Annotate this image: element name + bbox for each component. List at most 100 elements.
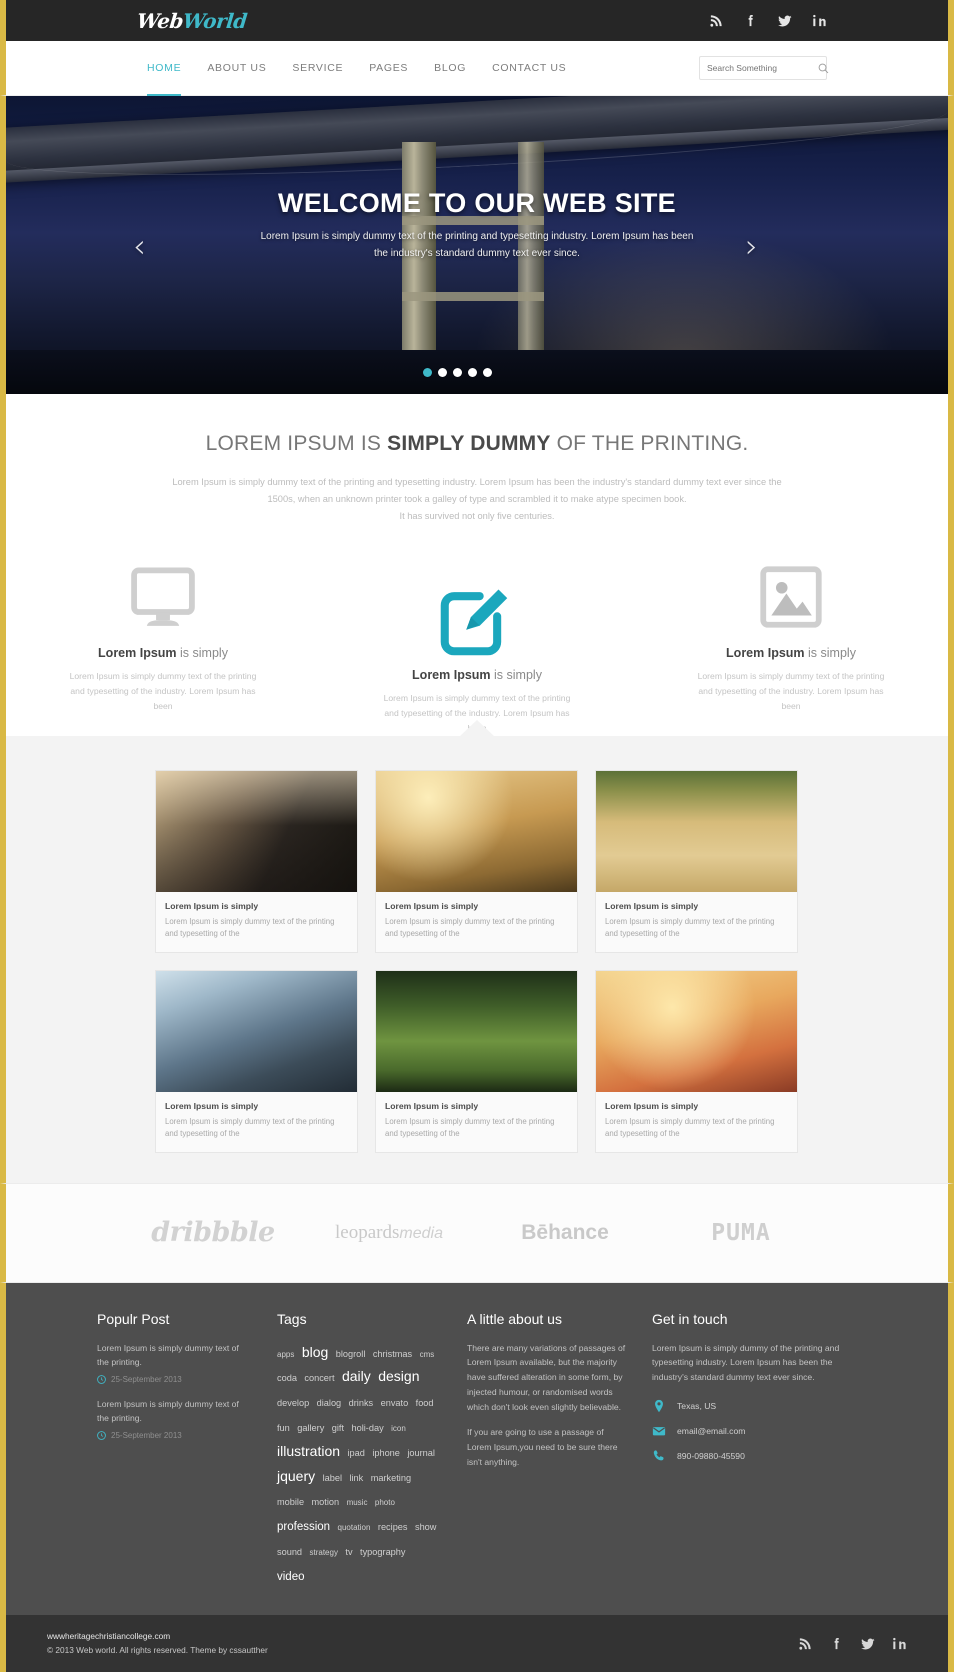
- tag-link[interactable]: typography: [360, 1547, 405, 1557]
- tag-link[interactable]: develop: [277, 1398, 309, 1408]
- tag-link[interactable]: cms: [420, 1350, 435, 1359]
- tag-link[interactable]: fun: [277, 1423, 290, 1433]
- tag-link[interactable]: recipes: [378, 1522, 408, 1532]
- tag-link[interactable]: marketing: [371, 1473, 411, 1483]
- hero-slider: ‹ › WELCOME TO OUR WEB SITE Lorem Ipsum …: [0, 96, 954, 394]
- portfolio-card-title: Lorem Ipsum is simply: [385, 1100, 479, 1111]
- tag-link[interactable]: strategy: [310, 1548, 338, 1557]
- linkedin-icon[interactable]: [812, 13, 827, 28]
- tag-link[interactable]: holi-day: [351, 1423, 383, 1433]
- tag-link[interactable]: ipad: [347, 1448, 364, 1458]
- portfolio-thumbnail-wheat-grass[interactable]: [596, 770, 797, 892]
- portfolio-thumbnail-green-wheat[interactable]: [376, 970, 577, 1092]
- site-logo[interactable]: WebWorld: [136, 9, 248, 33]
- tag-link[interactable]: concert: [304, 1373, 334, 1383]
- footer-heading-about: A little about us: [467, 1310, 562, 1327]
- search-box[interactable]: [699, 56, 829, 80]
- search-input[interactable]: [707, 63, 818, 73]
- tag-link[interactable]: show: [415, 1522, 436, 1532]
- tag-link[interactable]: video: [277, 1571, 305, 1583]
- tag-link[interactable]: mobile: [277, 1497, 304, 1507]
- facebook-icon[interactable]: [743, 13, 758, 28]
- tag-link[interactable]: envato: [381, 1398, 409, 1408]
- portfolio-thumbnail-vintage-car[interactable]: [156, 770, 357, 892]
- slider-prev-arrow[interactable]: ‹: [133, 227, 146, 265]
- rss-icon[interactable]: [798, 1636, 813, 1651]
- portfolio-thumbnail-sunset-field[interactable]: [376, 770, 577, 892]
- search-icon[interactable]: [818, 63, 829, 74]
- tag-link[interactable]: journal: [407, 1448, 435, 1458]
- tag-link[interactable]: food: [416, 1398, 434, 1408]
- tag-link[interactable]: design: [378, 1368, 419, 1384]
- portfolio-thumbnail-glasses-blur[interactable]: [156, 970, 357, 1092]
- tag-link[interactable]: drinks: [349, 1398, 374, 1408]
- tag-link[interactable]: music: [347, 1498, 368, 1507]
- tag-link[interactable]: blogroll: [336, 1349, 366, 1359]
- tag-link[interactable]: label: [323, 1473, 342, 1483]
- nav-item-home[interactable]: HOME: [134, 41, 194, 96]
- portfolio-card[interactable]: Lorem Ipsum is simply Lorem Ipsum is sim…: [155, 769, 358, 953]
- location-pin-icon: [652, 1399, 666, 1413]
- portfolio-card[interactable]: Lorem Ipsum is simply Lorem Ipsum is sim…: [375, 769, 578, 953]
- portfolio-card-title: Lorem Ipsum is simply: [385, 900, 479, 911]
- portfolio-card-text: Lorem Ipsum is simply dummy text of the …: [385, 1116, 555, 1139]
- nav-item-pages[interactable]: PAGES: [356, 41, 421, 96]
- nav-item-about-us[interactable]: ABOUT US: [194, 41, 279, 96]
- nav-item-blog[interactable]: BLOG: [421, 41, 479, 96]
- slider-dot-3[interactable]: [452, 368, 462, 377]
- behance-logo[interactable]: Bēhance: [477, 1221, 653, 1245]
- portfolio-card-body: Lorem Ipsum is simply Lorem Ipsum is sim…: [596, 1092, 797, 1152]
- tag-link[interactable]: daily: [342, 1368, 371, 1384]
- portfolio-thumbnail-raspberries[interactable]: [596, 970, 797, 1092]
- tag-link[interactable]: gallery: [297, 1423, 324, 1433]
- puma-logo[interactable]: PUMA: [653, 1220, 829, 1246]
- tag-link[interactable]: link: [349, 1473, 363, 1483]
- twitter-icon[interactable]: [777, 13, 793, 28]
- nav-item-contact-us[interactable]: CONTACT US: [479, 41, 579, 96]
- tag-link[interactable]: icon: [391, 1424, 406, 1433]
- slider-dot-4[interactable]: [467, 368, 477, 377]
- tag-link[interactable]: jquery: [277, 1468, 315, 1484]
- tag-link[interactable]: illustration: [277, 1443, 340, 1459]
- tag-link[interactable]: coda: [277, 1373, 297, 1383]
- about-paragraph-1: There are many variations of passages of…: [467, 1342, 626, 1412]
- tag-link[interactable]: dialog: [317, 1398, 342, 1408]
- portfolio-card[interactable]: Lorem Ipsum is simply Lorem Ipsum is sim…: [375, 969, 578, 1153]
- slider-dot-1[interactable]: [422, 368, 432, 377]
- feature-title-rest: is simply: [176, 645, 228, 660]
- popular-post-item[interactable]: Lorem Ipsum is simply dummy text of the …: [97, 1341, 251, 1384]
- portfolio-card-text: Lorem Ipsum is simply dummy text of the …: [605, 916, 775, 939]
- nav-item-service[interactable]: SERVICE: [279, 41, 356, 96]
- tag-link[interactable]: motion: [312, 1497, 340, 1507]
- rss-icon[interactable]: [709, 13, 724, 28]
- facebook-icon[interactable]: [829, 1636, 844, 1651]
- tag-link[interactable]: iphone: [372, 1448, 400, 1458]
- portfolio-card[interactable]: Lorem Ipsum is simply Lorem Ipsum is sim…: [595, 769, 798, 953]
- tag-link[interactable]: tv: [345, 1547, 352, 1557]
- twitter-icon[interactable]: [860, 1636, 876, 1651]
- tag-link[interactable]: quotation: [338, 1523, 371, 1532]
- slider-dot-5[interactable]: [482, 368, 492, 377]
- tag-link[interactable]: profession: [277, 1521, 330, 1533]
- dribbble-logo[interactable]: dribbble: [125, 1217, 301, 1248]
- footer-column-tags: Tags apps blog blogroll christmas cms co…: [277, 1311, 467, 1589]
- portfolio-card[interactable]: Lorem Ipsum is simply Lorem Ipsum is sim…: [155, 969, 358, 1153]
- popular-post-item[interactable]: Lorem Ipsum is simply dummy text of the …: [97, 1397, 251, 1440]
- contact-email-value[interactable]: email@email.com: [677, 1426, 745, 1436]
- linkedin-icon[interactable]: [892, 1636, 907, 1651]
- slider-dot-2[interactable]: [437, 368, 447, 377]
- slider-next-arrow[interactable]: ›: [745, 227, 758, 265]
- portfolio-card-text: Lorem Ipsum is simply dummy text of the …: [605, 1116, 775, 1139]
- tag-link[interactable]: photo: [375, 1498, 395, 1507]
- portfolio-card[interactable]: Lorem Ipsum is simply Lorem Ipsum is sim…: [595, 969, 798, 1153]
- tag-link[interactable]: blog: [302, 1344, 328, 1360]
- footer-heading-tags: Tags: [277, 1310, 307, 1327]
- tag-link[interactable]: gift: [332, 1423, 344, 1433]
- leopards-media-logo[interactable]: leopardsmedia: [301, 1222, 477, 1244]
- tag-link[interactable]: christmas: [373, 1349, 412, 1359]
- tag-link[interactable]: sound: [277, 1547, 302, 1557]
- contact-line-phone: 890-09880-45590: [652, 1449, 857, 1463]
- clock-icon: [97, 1374, 106, 1384]
- webpage-root: WebWorld HOME ABOUT US SERVICE PAGES BLO…: [0, 0, 954, 1673]
- tag-link[interactable]: apps: [277, 1350, 294, 1359]
